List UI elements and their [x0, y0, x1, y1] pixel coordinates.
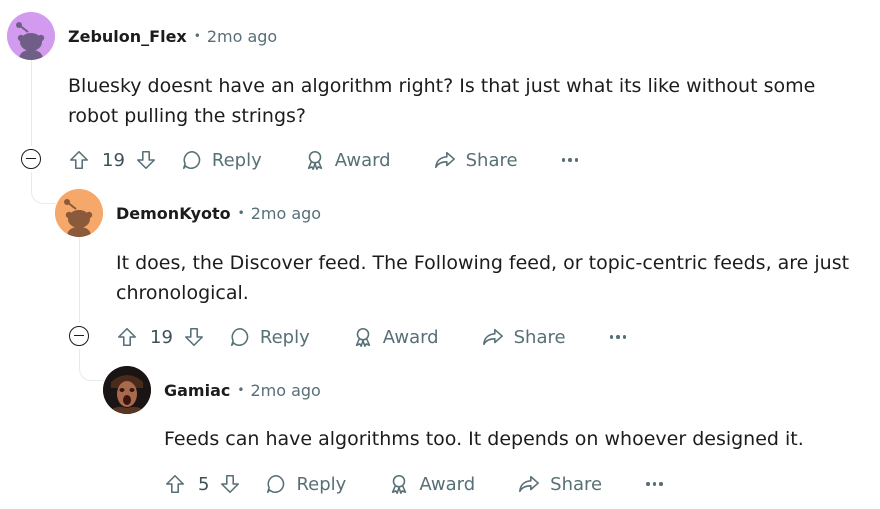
ellipsis-icon — [646, 482, 650, 486]
vote-count: 5 — [198, 473, 210, 495]
upvote-icon — [165, 474, 185, 494]
share-button[interactable]: Share — [517, 473, 602, 495]
vote-count: 19 — [102, 149, 125, 171]
award-icon — [355, 327, 370, 347]
thread-line — [31, 60, 32, 146]
comment-body: Bluesky doesnt have an algorithm right? … — [68, 75, 816, 127]
share-button[interactable]: Share — [433, 149, 518, 171]
thread-connector — [79, 349, 104, 381]
reply-label: Reply — [296, 473, 347, 495]
upvote-button[interactable] — [116, 326, 138, 348]
award-icon — [307, 150, 322, 170]
author-name[interactable]: DemonKyoto — [116, 204, 231, 223]
avatar[interactable] — [55, 189, 103, 237]
snoo-icon — [7, 12, 55, 60]
comment-meta: DemonKyoto • 2mo ago — [116, 201, 321, 225]
share-label: Share — [465, 149, 518, 171]
ellipsis-icon — [561, 158, 566, 162]
reply-button[interactable]: Reply — [181, 149, 262, 171]
comment-thread: Zebulon_Flex • 2mo ago Bluesky doesnt ha… — [0, 0, 880, 509]
upvote-button[interactable] — [164, 473, 186, 495]
timestamp[interactable]: 2mo ago — [250, 381, 320, 400]
collapse-button[interactable] — [21, 149, 41, 169]
award-icon — [392, 474, 407, 494]
more-options-button[interactable] — [609, 335, 627, 339]
separator: • — [237, 383, 245, 397]
award-label: Award — [419, 473, 476, 495]
upvote-icon — [69, 150, 89, 170]
upvote-icon — [117, 327, 137, 347]
comment-meta: Gamiac • 2mo ago — [164, 378, 321, 402]
share-icon — [519, 475, 540, 493]
separator: • — [193, 29, 201, 43]
upvote-button[interactable] — [68, 149, 90, 171]
award-label: Award — [334, 149, 391, 171]
reply-label: Reply — [211, 149, 262, 171]
collapse-button[interactable] — [69, 326, 89, 346]
share-label: Share — [513, 326, 566, 348]
downvote-icon — [221, 474, 240, 494]
downvote-icon — [136, 150, 155, 170]
downvote-button[interactable] — [219, 473, 241, 495]
reply-button[interactable]: Reply — [229, 326, 310, 348]
vote-count: 19 — [150, 326, 173, 348]
reply-button[interactable]: Reply — [265, 473, 346, 495]
comment-actions: 19 Reply Award Share — [68, 146, 579, 174]
share-icon — [482, 328, 503, 346]
comment-icon — [182, 150, 201, 170]
comment-meta: Zebulon_Flex • 2mo ago — [68, 24, 277, 48]
author-name[interactable]: Zebulon_Flex — [68, 27, 187, 46]
thread-line — [79, 237, 80, 323]
profile-photo-icon — [103, 366, 151, 414]
downvote-button[interactable] — [183, 326, 205, 348]
downvote-icon — [184, 327, 203, 347]
timestamp[interactable]: 2mo ago — [207, 27, 277, 46]
comment-icon — [230, 327, 249, 347]
share-label: Share — [550, 473, 603, 495]
award-button[interactable]: Award — [388, 473, 475, 495]
reply-label: Reply — [259, 326, 310, 348]
comment-body: It does, the Discover feed. The Followin… — [116, 252, 850, 304]
share-icon — [434, 151, 455, 169]
timestamp[interactable]: 2mo ago — [251, 204, 321, 223]
author-name[interactable]: Gamiac — [164, 381, 230, 400]
comment-actions: 19 Reply Award Share — [116, 323, 627, 351]
thread-connector — [31, 172, 56, 204]
award-label: Award — [382, 326, 439, 348]
separator: • — [237, 206, 245, 220]
avatar[interactable] — [7, 12, 55, 60]
avatar[interactable] — [103, 366, 151, 414]
more-options-button[interactable] — [646, 482, 663, 486]
award-button[interactable]: Award — [352, 326, 439, 348]
share-button[interactable]: Share — [481, 326, 566, 348]
comment-body: Feeds can have algorithms too. It depend… — [164, 428, 804, 450]
comment-actions: 5 Reply Award Share — [164, 470, 663, 498]
comment-icon — [267, 474, 285, 494]
ellipsis-icon — [609, 335, 614, 339]
snoo-icon — [55, 189, 103, 237]
more-options-button[interactable] — [561, 158, 579, 162]
award-button[interactable]: Award — [304, 149, 391, 171]
downvote-button[interactable] — [135, 149, 157, 171]
